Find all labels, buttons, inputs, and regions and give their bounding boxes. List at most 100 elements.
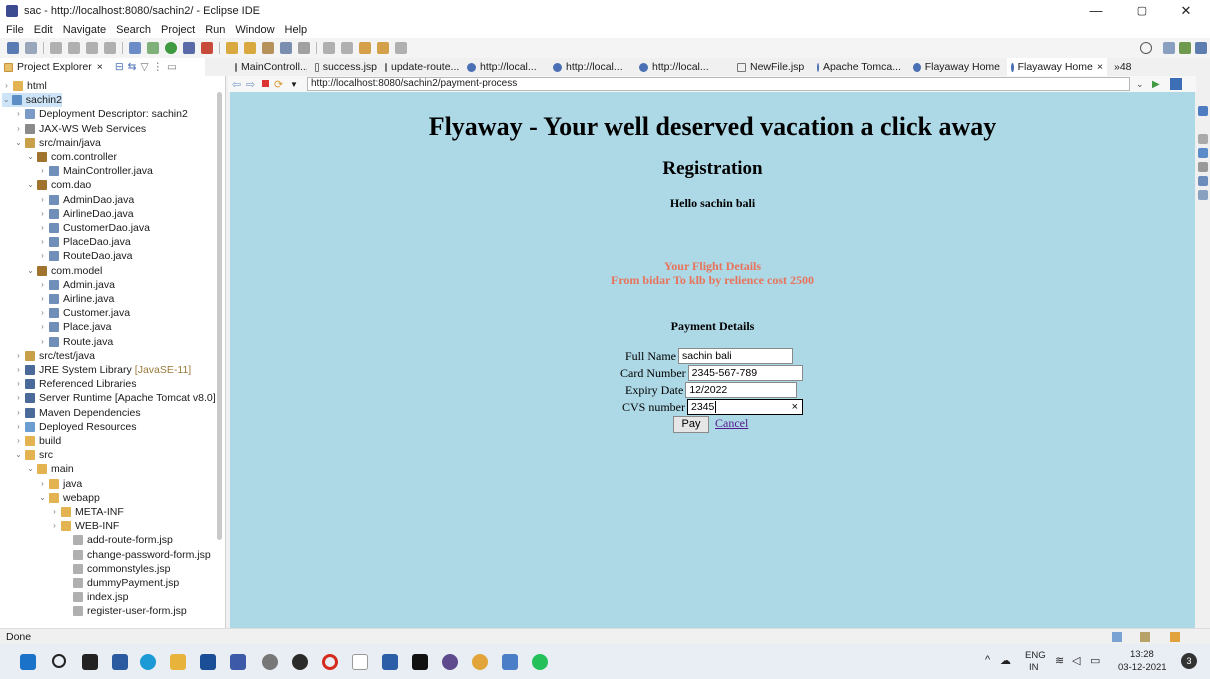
region-indicator[interactable]: IN — [1029, 662, 1039, 673]
tree-item[interactable]: › AirlineDao.java — [38, 207, 133, 221]
clock-date[interactable]: 03-12-2021 — [1118, 662, 1167, 673]
tree-item[interactable]: › WEB-INF — [50, 519, 119, 533]
minimize-button[interactable]: — — [1076, 0, 1116, 22]
chevron-right-icon[interactable]: › — [50, 505, 59, 519]
chevron-right-icon[interactable]: › — [38, 306, 47, 320]
onedrive-icon[interactable]: ☁ — [1000, 654, 1011, 667]
tree-item[interactable]: › JAX-WS Web Services — [14, 122, 146, 136]
suspend-icon[interactable] — [68, 42, 80, 54]
search-icon[interactable] — [1140, 42, 1152, 54]
tree-item[interactable]: ⌄ src/main/java — [14, 136, 101, 150]
chevron-right-icon[interactable]: › — [38, 278, 47, 292]
tab-overflow[interactable]: »48 — [1110, 58, 1140, 76]
terminate-icon[interactable] — [86, 42, 98, 54]
tree-item[interactable]: › CustomerDao.java — [38, 221, 150, 235]
tree-item[interactable]: › JRE System Library [JavaSE-11] — [14, 363, 191, 377]
tree-item[interactable]: › Deployed Resources — [14, 420, 136, 434]
url-dropdown-icon[interactable]: ⌄ — [1136, 79, 1144, 90]
close-icon[interactable]: × — [97, 61, 103, 73]
tree-item[interactable]: › src/test/java — [14, 349, 95, 363]
chevron-right-icon[interactable]: › — [38, 207, 47, 221]
console-view-icon[interactable] — [1198, 148, 1208, 158]
tree-item[interactable]: › PlaceDao.java — [38, 235, 131, 249]
resume-icon[interactable] — [50, 42, 62, 54]
status-icon[interactable] — [1112, 632, 1122, 642]
chevron-right-icon[interactable]: › — [14, 406, 23, 420]
run-external-icon[interactable] — [183, 42, 195, 54]
prev-edit-icon[interactable] — [341, 42, 353, 54]
refresh-icon[interactable]: ⟳ — [274, 78, 283, 91]
close-button[interactable]: ✕ — [1166, 0, 1206, 22]
open-type-icon[interactable] — [129, 42, 141, 54]
go-icon[interactable]: ▶ — [1152, 79, 1160, 90]
chevron-right-icon[interactable]: › — [38, 477, 47, 491]
properties-view-icon[interactable] — [1198, 190, 1208, 200]
chevron-right-icon[interactable]: › — [14, 434, 23, 448]
tree-item[interactable]: ⌄ src — [14, 448, 53, 462]
tree-item[interactable]: › AdminDao.java — [38, 193, 134, 207]
annotation-icon[interactable] — [323, 42, 335, 54]
chevron-right-icon[interactable]: › — [2, 79, 11, 93]
menu-search[interactable]: Search — [116, 24, 151, 36]
tab-project-explorer[interactable]: Project Explorer × ⊟ ⇆ ▽ ⋮ ▭ — [0, 58, 205, 76]
status-icon[interactable] — [1140, 632, 1150, 642]
back-icon[interactable] — [359, 42, 371, 54]
menu-navigate[interactable]: Navigate — [63, 24, 106, 36]
tree-item[interactable]: › Referenced Libraries — [14, 377, 136, 391]
new-java-project-icon[interactable] — [226, 42, 238, 54]
tree-item[interactable]: › Route.java — [38, 335, 113, 349]
debug-icon[interactable] — [147, 42, 159, 54]
pin-icon[interactable] — [395, 42, 407, 54]
clear-input-icon[interactable]: × — [792, 400, 798, 414]
tree-item[interactable]: › build — [14, 434, 61, 448]
forward-arrow-icon[interactable]: ⇨ — [246, 78, 255, 91]
chevron-down-icon[interactable]: ⌄ — [26, 178, 35, 192]
cvs-number-input[interactable]: 2345 × — [687, 399, 803, 415]
chevron-down-icon[interactable]: ⌄ — [2, 93, 10, 107]
tree-item[interactable]: change-password-form.jsp — [62, 548, 211, 562]
chevron-right-icon[interactable]: › — [38, 320, 47, 334]
chevron-right-icon[interactable]: › — [14, 391, 23, 405]
tree-item[interactable]: ⌄ webapp — [38, 491, 100, 505]
open-perspective-icon[interactable] — [1163, 42, 1175, 54]
task-view-icon[interactable] — [82, 654, 98, 670]
tab-editor[interactable]: http://local... — [635, 58, 721, 76]
chrome-icon[interactable] — [472, 654, 488, 670]
menu-file[interactable]: File — [6, 24, 24, 36]
debug-perspective-icon[interactable] — [1195, 42, 1207, 54]
tree-item[interactable]: ⌄ com.dao — [26, 178, 91, 192]
tree-item[interactable]: ⌄ main — [26, 462, 74, 476]
app-icon[interactable] — [230, 654, 246, 670]
close-icon[interactable]: × — [1097, 61, 1103, 73]
windows-start-icon[interactable] — [20, 654, 36, 670]
notes-icon[interactable] — [502, 654, 518, 670]
battery-icon[interactable]: ▭ — [1090, 654, 1100, 667]
tree-item[interactable]: › Admin.java — [38, 278, 115, 292]
menu-edit[interactable]: Edit — [34, 24, 53, 36]
tab-editor[interactable]: update-route... — [381, 58, 463, 76]
lightbulb-icon[interactable] — [1170, 632, 1180, 642]
chevron-right-icon[interactable]: › — [14, 420, 23, 434]
tab-editor[interactable]: http://local... — [549, 58, 635, 76]
menu-window[interactable]: Window — [235, 24, 274, 36]
chevron-up-icon[interactable]: ^ — [985, 654, 990, 666]
chevron-down-icon[interactable]: ⌄ — [26, 264, 35, 278]
view-menu-icon[interactable]: ⋮ — [153, 61, 164, 73]
full-name-input[interactable]: sachin bali — [678, 348, 793, 364]
minimize-view-icon[interactable]: ▭ — [167, 61, 177, 73]
chevron-right-icon[interactable]: › — [38, 292, 47, 306]
tree-item[interactable]: › Server Runtime [Apache Tomcat v8.0] — [14, 391, 215, 405]
whatsapp-icon[interactable] — [532, 654, 548, 670]
filter-icon[interactable]: ▽ — [140, 61, 148, 73]
tree-item[interactable]: ⌄ sachin2 — [2, 93, 62, 108]
menu-run[interactable]: Run — [205, 24, 225, 36]
notification-badge[interactable]: 3 — [1181, 653, 1197, 669]
opera-browser-icon[interactable] — [322, 654, 338, 670]
explorer-scrollbar[interactable] — [217, 92, 222, 540]
chevron-right-icon[interactable]: › — [38, 193, 47, 207]
chevron-right-icon[interactable]: › — [14, 349, 23, 363]
clock-time[interactable]: 13:28 — [1130, 649, 1154, 660]
chevron-right-icon[interactable]: › — [14, 377, 23, 391]
tree-item[interactable]: commonstyles.jsp — [62, 562, 170, 576]
tab-editor[interactable]: NewFile.jsp — [733, 58, 811, 76]
